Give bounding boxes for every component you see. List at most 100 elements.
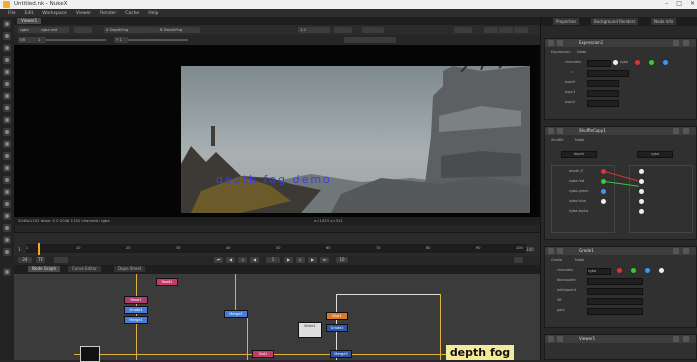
rgba-check[interactable] [613, 60, 618, 65]
lock-icon[interactable] [484, 27, 498, 33]
in1-dropdown[interactable]: depth [561, 151, 597, 158]
whitepoint-field[interactable] [587, 288, 643, 295]
collapse-icon[interactable] [548, 40, 554, 46]
particles-tool-icon[interactable] [3, 164, 11, 172]
tab-dope-sheet[interactable]: Dope Sheet [114, 266, 146, 272]
gamma-slider[interactable] [128, 39, 188, 41]
metadata-tool-icon[interactable] [3, 152, 11, 160]
node-blur1[interactable]: Blur1 [326, 312, 348, 320]
menu-edit[interactable]: Edit [25, 11, 34, 16]
tab-background-renders[interactable]: Background Renders [591, 18, 639, 25]
views-tool-icon[interactable] [3, 140, 11, 148]
minimize-button[interactable]: – [665, 0, 668, 9]
tab-viewer1[interactable]: Viewer1 [17, 18, 42, 24]
transform-tool-icon[interactable] [3, 116, 11, 124]
input-b-dropdown[interactable]: B DepthFog [158, 27, 200, 33]
input-a-dropdown[interactable]: A DepthFog [104, 27, 146, 33]
shuffle-dot-blue[interactable] [601, 189, 606, 194]
play-backward-button[interactable]: ◀ [250, 257, 259, 263]
collapse-icon[interactable] [548, 128, 554, 134]
playhead-marker[interactable] [38, 243, 40, 255]
expr0-field[interactable] [587, 80, 619, 87]
out-dot[interactable] [639, 169, 644, 174]
tab-node[interactable]: Node [575, 138, 584, 143]
node-color-icon[interactable] [557, 336, 563, 342]
furnace-tool-icon[interactable] [3, 212, 11, 220]
pause-icon[interactable] [499, 27, 513, 33]
toolsets-tool-icon[interactable] [3, 188, 11, 196]
node-dot1[interactable]: Dot1 [252, 350, 274, 358]
step-forward-button[interactable]: ▷ [296, 257, 305, 263]
roi-button[interactable] [454, 27, 472, 33]
close-panel-icon[interactable] [683, 40, 689, 46]
plugins-tool-icon[interactable] [3, 248, 11, 256]
float-panel-icon[interactable] [673, 248, 679, 254]
node-read2[interactable]: Read2 [156, 278, 178, 286]
out-dot[interactable] [639, 189, 644, 194]
lift-field[interactable] [587, 298, 643, 305]
blackpoint-field[interactable] [587, 278, 643, 285]
close-panel-icon[interactable] [683, 128, 689, 134]
green-check[interactable] [649, 60, 654, 65]
keyer-tool-icon[interactable] [3, 92, 11, 100]
node-grade1[interactable]: Grade1 [124, 306, 148, 314]
refresh-icon[interactable] [514, 27, 528, 33]
tab-node-info[interactable]: Node Info [651, 18, 677, 25]
ocula-tool-icon[interactable] [3, 224, 11, 232]
node-merge1[interactable]: Merge1 [124, 316, 148, 324]
gamma-field[interactable]: Y 1 [114, 37, 128, 43]
sticky-note[interactable]: depth fog [446, 345, 514, 360]
image-tool-icon[interactable] [3, 20, 11, 28]
channel-select-dropdown[interactable]: rgba.red [39, 27, 69, 33]
channels-dropdown[interactable] [587, 60, 611, 67]
node-read1[interactable]: Read1 [124, 296, 148, 304]
play-forward-button[interactable]: ▶ [284, 257, 293, 263]
float-panel-icon[interactable] [673, 336, 679, 342]
first-frame-button[interactable]: ⏮ [214, 257, 223, 263]
collapse-icon[interactable] [548, 248, 554, 254]
tab-properties[interactable]: Properties [553, 18, 580, 25]
menu-cache[interactable]: Cache [125, 11, 139, 16]
frame-increment-field[interactable]: 10 [336, 257, 348, 263]
grade-channels-dropdown[interactable]: rgba [587, 268, 611, 275]
close-button[interactable]: ✕ [690, 0, 695, 9]
timeline-ruler[interactable]: 1 10 20 30 40 50 60 70 80 90 100 [26, 244, 526, 253]
out-dot[interactable] [639, 209, 644, 214]
deep-tool-icon[interactable] [3, 176, 11, 184]
red-check[interactable] [635, 60, 640, 65]
global-range-dropdown[interactable] [54, 257, 68, 263]
expr2-field[interactable] [587, 100, 619, 107]
in2-dropdown[interactable]: rgba [637, 151, 673, 158]
blue-check[interactable] [663, 60, 668, 65]
settings-tool-icon[interactable] [3, 268, 11, 276]
expr-field[interactable] [587, 70, 629, 77]
3d-tool-icon[interactable] [3, 128, 11, 136]
playback-settings-icon[interactable] [514, 257, 523, 263]
menu-workspace[interactable]: Workspace [42, 11, 67, 16]
menu-render[interactable]: Render [100, 11, 116, 16]
channel-tool-icon[interactable] [3, 56, 11, 64]
gain-slider[interactable] [46, 39, 106, 41]
downrez-dropdown[interactable] [362, 27, 384, 33]
alpha-check[interactable] [659, 268, 664, 273]
node-grade2[interactable]: Grade2 [326, 324, 348, 332]
blue-check[interactable] [645, 268, 650, 273]
close-panel-icon[interactable] [683, 336, 689, 342]
next-keyframe-button[interactable]: ▶ [308, 257, 317, 263]
filter-tool-icon[interactable] [3, 80, 11, 88]
menu-help[interactable]: Help [148, 11, 158, 16]
menu-viewer[interactable]: Viewer [76, 11, 91, 16]
maximize-button[interactable]: □ [676, 0, 682, 9]
other-tool-icon[interactable] [3, 200, 11, 208]
tab-node[interactable]: Node [575, 258, 584, 263]
playback-mode-dropdown[interactable]: TF [36, 257, 45, 263]
float-panel-icon[interactable] [673, 128, 679, 134]
proxy-dropdown[interactable] [334, 27, 352, 33]
menu-file[interactable]: File [8, 11, 16, 16]
expr1-field[interactable] [587, 90, 619, 97]
gizmo-tool-icon[interactable] [3, 236, 11, 244]
tab-curve-editor[interactable]: Curve Editor [68, 266, 101, 272]
node-color-icon[interactable] [557, 40, 563, 46]
out-dot[interactable] [639, 179, 644, 184]
tab-grade[interactable]: Grade [551, 258, 562, 263]
